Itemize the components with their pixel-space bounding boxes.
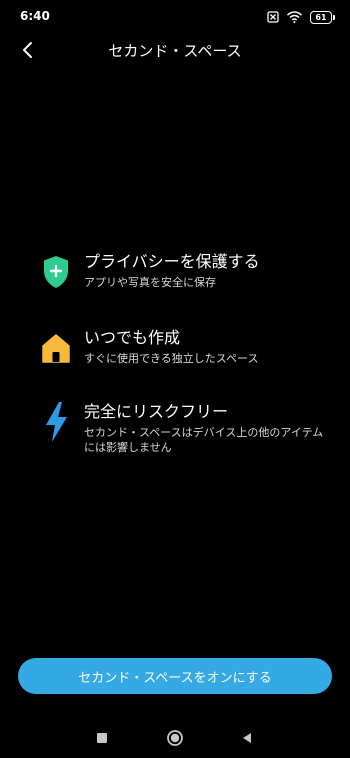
status-bar: 6:40 61: [0, 0, 350, 30]
feature-title: プライバシーを保護する: [84, 252, 260, 271]
lightning-icon: [40, 402, 72, 442]
home-button-icon[interactable]: [165, 728, 185, 748]
sim-off-icon: [267, 8, 279, 27]
feature-create: いつでも作成 すぐに使用できる独立したスペース: [40, 328, 334, 368]
home-icon: [40, 328, 72, 368]
page-title: セカンド・スペース: [108, 42, 242, 60]
navigation-bar: [0, 720, 350, 758]
feature-description: すぐに使用できる独立したスペース: [84, 352, 259, 365]
header: セカンド・スペース: [0, 34, 350, 64]
feature-risk-free: 完全にリスクフリー セカンド・スペースはデバイス上の他のアイテムには影響しません: [40, 402, 334, 455]
recent-apps-icon[interactable]: [92, 728, 112, 748]
back-triangle-icon[interactable]: [237, 728, 257, 748]
shield-plus-icon: [40, 252, 72, 292]
enable-second-space-button[interactable]: セカンド・スペースをオンにする: [18, 658, 332, 694]
feature-description: アプリや写真を安全に保存: [84, 276, 216, 289]
battery-icon: 61: [310, 11, 335, 24]
feature-title: 完全にリスクフリー: [84, 402, 229, 421]
feature-privacy: プライバシーを保護する アプリや写真を安全に保存: [40, 252, 334, 292]
status-icons: 61: [267, 8, 335, 27]
feature-title: いつでも作成: [84, 328, 181, 347]
status-time: 6:40: [20, 9, 50, 23]
feature-description: セカンド・スペースはデバイス上の他のアイテムには影響しません: [84, 426, 324, 454]
wifi-icon: [287, 8, 302, 27]
